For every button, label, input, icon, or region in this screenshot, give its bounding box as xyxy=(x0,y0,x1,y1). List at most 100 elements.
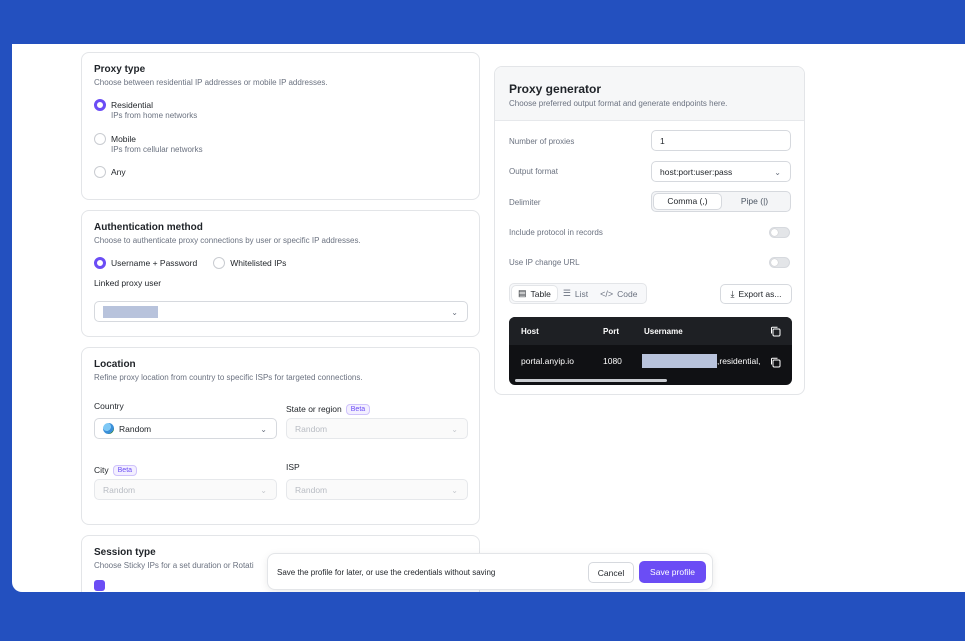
chevron-down-icon: ⌄ xyxy=(774,168,781,177)
radio-residential[interactable]: Residential IPs from home networks xyxy=(94,99,467,121)
tab-table[interactable]: ▤ Table xyxy=(512,286,557,301)
country-select[interactable]: Random ⌄ xyxy=(94,418,277,439)
radio-label: Any xyxy=(111,167,126,177)
cell-username: ,residential, xyxy=(642,354,760,368)
radio-label: Username + Password xyxy=(111,258,198,268)
th-port: Port xyxy=(603,327,619,336)
auth-subtitle: Choose to authenticate proxy connections… xyxy=(94,236,361,245)
cell-host: portal.anyip.io xyxy=(521,356,574,366)
chevron-down-icon: ⌄ xyxy=(451,425,458,434)
location-subtitle: Refine proxy location from country to sp… xyxy=(94,373,363,382)
copy-row-icon[interactable] xyxy=(770,357,781,368)
code-icon: </> xyxy=(600,288,614,299)
location-title: Location xyxy=(94,359,136,370)
chevron-down-icon: ⌄ xyxy=(260,425,267,434)
state-beta-badge: Beta xyxy=(345,404,371,415)
radio-label: Whitelisted IPs xyxy=(230,258,287,268)
list-icon: ☰ xyxy=(562,288,571,298)
generator-title: Proxy generator xyxy=(509,82,602,96)
city-label: City xyxy=(94,465,109,475)
export-label: Export as... xyxy=(738,289,782,299)
output-format-select[interactable]: host:port:user:pass ⌄ xyxy=(651,161,791,182)
radio-label: Residential xyxy=(111,100,154,110)
view-tabs: ▤ Table ☰ List </> Code xyxy=(509,283,647,304)
radio-desc: IPs from home networks xyxy=(111,111,198,120)
radio-indicator[interactable] xyxy=(213,257,226,269)
tab-label: Table xyxy=(530,288,551,299)
include-protocol-label: Include protocol in records xyxy=(509,228,603,237)
state-label-wrap: State or region Beta xyxy=(286,399,371,417)
proxy-table: Host Port Username portal.anyip.io 1080 … xyxy=(509,317,792,385)
radio-username-password[interactable]: Username + Password xyxy=(94,257,197,269)
output-format-value: host:port:user:pass xyxy=(660,166,733,177)
isp-select[interactable]: Random ⌄ xyxy=(286,479,468,500)
include-protocol-toggle[interactable] xyxy=(769,227,790,238)
proxy-type-card: Proxy type Choose between residential IP… xyxy=(81,52,480,200)
city-beta-badge: Beta xyxy=(112,465,138,476)
radio-indicator[interactable] xyxy=(94,257,106,269)
tab-code[interactable]: </> Code xyxy=(594,286,643,301)
proxy-generator-card: Proxy generator Choose preferred output … xyxy=(494,66,805,395)
save-bar-message: Save the profile for later, or use the c… xyxy=(277,568,496,577)
linked-user-select[interactable]: ⌄ xyxy=(94,301,468,322)
horizontal-scrollbar[interactable] xyxy=(515,379,667,382)
username-suffix: ,residential, xyxy=(717,356,761,366)
export-button[interactable]: ⤓ Export as... xyxy=(720,284,792,304)
delimiter-pipe[interactable]: Pipe (|) xyxy=(721,194,788,209)
country-value: Random xyxy=(119,423,152,434)
num-proxies-label: Number of proxies xyxy=(509,137,575,146)
sticky-checkbox[interactable] xyxy=(94,580,105,591)
radio-indicator[interactable] xyxy=(94,166,106,178)
ip-change-toggle[interactable] xyxy=(769,257,790,268)
radio-label: Mobile xyxy=(111,134,137,144)
redacted-username xyxy=(642,354,717,368)
chevron-down-icon: ⌄ xyxy=(451,486,458,495)
chevron-down-icon: ⌄ xyxy=(260,486,267,495)
country-label: Country xyxy=(94,401,124,411)
delimiter-label: Delimiter xyxy=(509,198,541,207)
radio-indicator[interactable] xyxy=(94,133,106,145)
tab-label: Code xyxy=(617,288,638,299)
delimiter-comma[interactable]: Comma (,) xyxy=(654,194,721,209)
chevron-down-icon: ⌄ xyxy=(451,308,458,317)
city-select[interactable]: Random ⌄ xyxy=(94,479,277,500)
auth-card: Authentication method Choose to authenti… xyxy=(81,210,480,337)
top-band xyxy=(0,0,965,44)
globe-icon xyxy=(103,423,114,434)
download-icon: ⤓ xyxy=(730,288,735,299)
app-window: Proxy type Choose between residential IP… xyxy=(12,44,965,592)
num-proxies-input[interactable]: 1 xyxy=(651,130,791,151)
tab-list[interactable]: ☰ List xyxy=(557,286,594,301)
isp-label: ISP xyxy=(286,462,300,472)
generator-header: Proxy generator Choose preferred output … xyxy=(495,67,804,121)
city-label-wrap: City Beta xyxy=(94,460,138,478)
copy-all-icon[interactable] xyxy=(770,326,781,337)
location-card: Location Refine proxy location from coun… xyxy=(81,347,480,525)
cell-port: 1080 xyxy=(603,356,622,366)
proxy-type-subtitle: Choose between residential IP addresses … xyxy=(94,78,328,87)
radio-any[interactable]: Any xyxy=(94,166,467,178)
redacted-username xyxy=(103,305,158,318)
tab-label: List xyxy=(574,288,589,299)
state-select[interactable]: Random ⌄ xyxy=(286,418,468,439)
ip-change-label: Use IP change URL xyxy=(509,258,580,267)
radio-desc: IPs from cellular networks xyxy=(111,145,203,154)
radio-indicator[interactable] xyxy=(94,99,106,111)
cancel-button[interactable]: Cancel xyxy=(588,562,634,583)
th-host: Host xyxy=(521,327,539,336)
linked-user-label: Linked proxy user xyxy=(94,278,162,288)
isp-placeholder: Random xyxy=(295,484,328,495)
table-icon: ▤ xyxy=(518,288,527,298)
state-label: State or region xyxy=(286,404,342,414)
generator-subtitle: Choose preferred output format and gener… xyxy=(509,99,728,108)
delimiter-toggle: Comma (,) Pipe (|) xyxy=(651,191,791,212)
save-bar: Save the profile for later, or use the c… xyxy=(267,553,713,590)
proxy-type-title: Proxy type xyxy=(94,64,146,75)
th-username: Username xyxy=(644,327,683,336)
state-placeholder: Random xyxy=(295,423,328,434)
save-profile-button[interactable]: Save profile xyxy=(639,561,706,583)
auth-title: Authentication method xyxy=(94,222,203,233)
bottom-band xyxy=(0,598,965,641)
radio-mobile[interactable]: Mobile IPs from cellular networks xyxy=(94,133,467,155)
radio-whitelisted-ips[interactable]: Whitelisted IPs xyxy=(213,257,286,269)
